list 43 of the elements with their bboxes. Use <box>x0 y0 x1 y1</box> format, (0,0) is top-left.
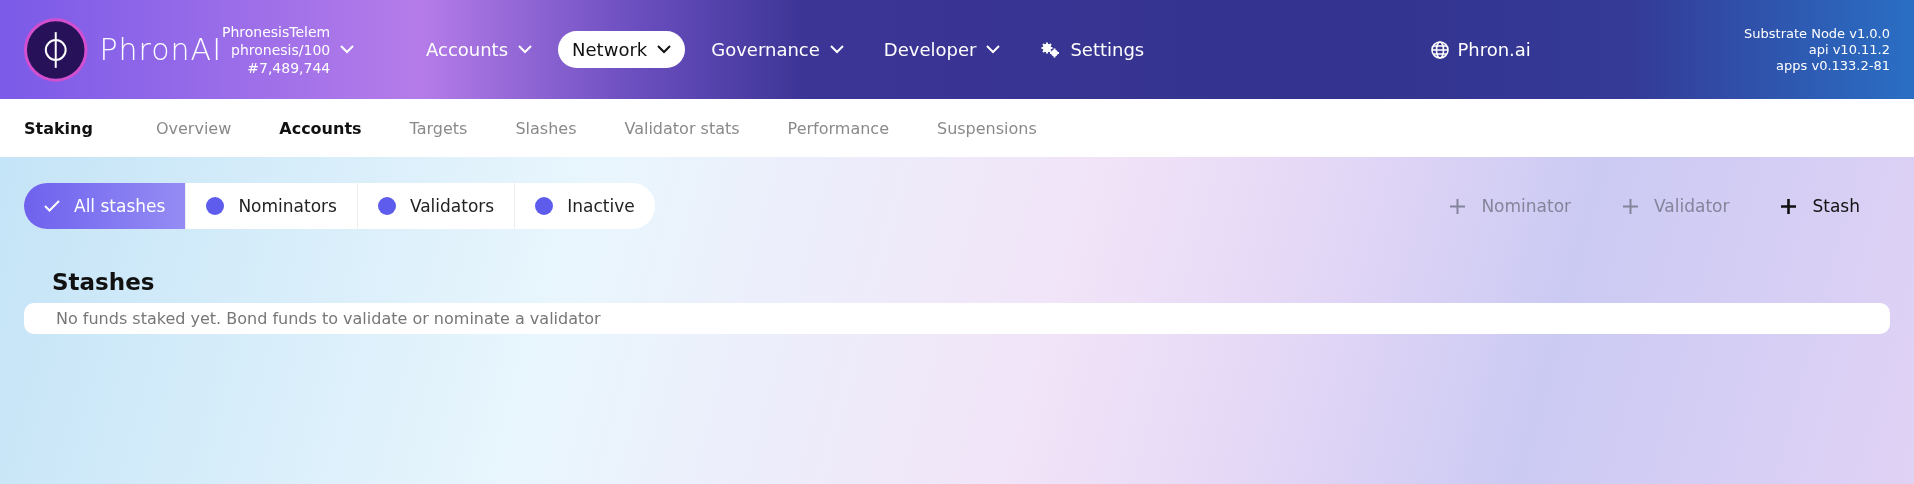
chain-selector[interactable]: PhronesisTelem phronesis/100 #7,489,744 <box>222 22 382 77</box>
nav-menu-item[interactable]: Network <box>558 31 686 68</box>
site-link[interactable]: Phron.ai <box>1431 39 1531 60</box>
version-text: api v10.11.2 <box>1808 41 1890 58</box>
nav-menu-item[interactable]: Governance <box>697 31 858 68</box>
sub-tab[interactable]: Slashes <box>515 118 577 138</box>
section-title: Staking <box>24 118 93 138</box>
site-name: Phron.ai <box>1457 39 1531 60</box>
nav-menu-item[interactable]: Accounts <box>412 31 547 68</box>
sub-tab[interactable]: Suspensions <box>936 118 1037 138</box>
sub-tab[interactable]: Validator stats <box>624 118 740 138</box>
stashes-title: Stashes <box>52 269 156 295</box>
dot-icon <box>377 197 396 215</box>
logo-text: PhronAI <box>99 32 222 67</box>
chevron-down-icon <box>518 45 533 54</box>
sub-tab[interactable]: Overview <box>155 118 232 138</box>
chevron-down-icon <box>986 45 1001 54</box>
dot-icon <box>206 197 225 215</box>
filter-tab[interactable]: Inactive <box>514 183 655 229</box>
nav-menu-item[interactable]: Settings <box>1026 31 1159 68</box>
sub-tab[interactable]: Performance <box>787 118 889 138</box>
runtime-version: phronesis/100 <box>231 40 331 59</box>
plus-icon <box>1450 198 1466 214</box>
chevron-down-icon <box>829 45 844 54</box>
empty-message: No funds staked yet. Bond funds to validate or nominate a validator <box>24 303 1890 334</box>
gears-icon <box>1040 41 1061 58</box>
plus-icon <box>1781 198 1797 214</box>
version-text: apps v0.133.2-81 <box>1776 57 1890 74</box>
chevron-down-icon <box>657 45 672 54</box>
sub-tab[interactable]: Targets <box>409 118 468 138</box>
version-text: Substrate Node v1.0.0 <box>1744 25 1890 42</box>
dot-icon <box>535 197 554 215</box>
sub-tab[interactable]: Accounts <box>279 118 362 138</box>
chain-name: PhronesisTelem <box>222 22 331 41</box>
check-icon <box>44 200 60 212</box>
plus-icon <box>1623 198 1639 214</box>
block-number: #7,489,744 <box>247 58 331 77</box>
globe-icon <box>1431 40 1450 59</box>
chevron-down-icon <box>340 45 355 54</box>
add-button[interactable]: Stash <box>1775 195 1866 217</box>
nav-menu-item[interactable]: Developer <box>869 31 1015 68</box>
filter-tab[interactable]: All stashes <box>24 183 186 229</box>
logo-icon <box>22 15 90 84</box>
